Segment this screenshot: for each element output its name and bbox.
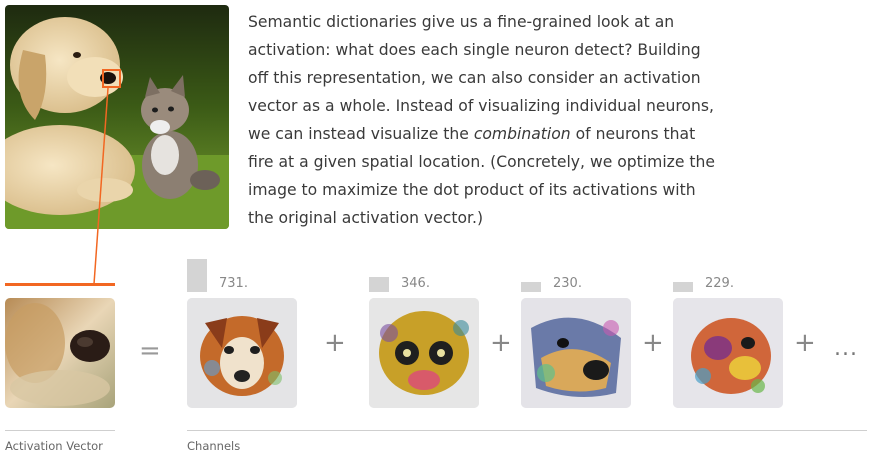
fox-feature-viz — [187, 298, 297, 408]
dog-kitten-photo — [5, 5, 229, 229]
monkey-feature-viz — [369, 298, 479, 408]
equals-sign: = — [139, 336, 161, 366]
ellipsis: ... — [834, 336, 858, 361]
nose-pattern-feature-viz — [673, 298, 783, 408]
channel-number: 346. — [401, 276, 430, 291]
paragraph-text-1: Semantic dictionaries give us a fine-gra… — [248, 13, 714, 143]
channel-number: 229. — [705, 276, 734, 291]
snout-feature-viz — [521, 298, 631, 408]
channel-visualization — [521, 298, 631, 408]
channel-number: 731. — [219, 276, 248, 291]
input-image — [5, 5, 229, 229]
channel-visualization — [187, 298, 297, 408]
channels-caption-rule — [187, 430, 867, 431]
plus-sign: + — [324, 328, 346, 358]
channel-visualization — [673, 298, 783, 408]
channel-magnitude-bar — [369, 277, 389, 292]
plus-sign: + — [794, 328, 816, 358]
channel-magnitude-bar — [187, 259, 207, 292]
paragraph-emphasis: combination — [473, 125, 571, 143]
activation-vector-caption: Activation Vector — [5, 439, 103, 453]
plus-sign: + — [490, 328, 512, 358]
channel-number: 230. — [553, 276, 582, 291]
activation-vector-line — [5, 283, 115, 286]
channel-magnitude-bar — [521, 282, 541, 292]
description-paragraph: Semantic dictionaries give us a fine-gra… — [248, 8, 718, 232]
focus-region-marker — [102, 69, 121, 88]
activation-vector-thumbnail — [5, 298, 115, 408]
channels-caption: Channels — [187, 439, 241, 453]
channel-magnitude-bar — [673, 282, 693, 292]
channel-visualization — [369, 298, 479, 408]
plus-sign: + — [642, 328, 664, 358]
activation-caption-rule — [5, 430, 115, 431]
dog-nose-closeup — [5, 298, 115, 408]
